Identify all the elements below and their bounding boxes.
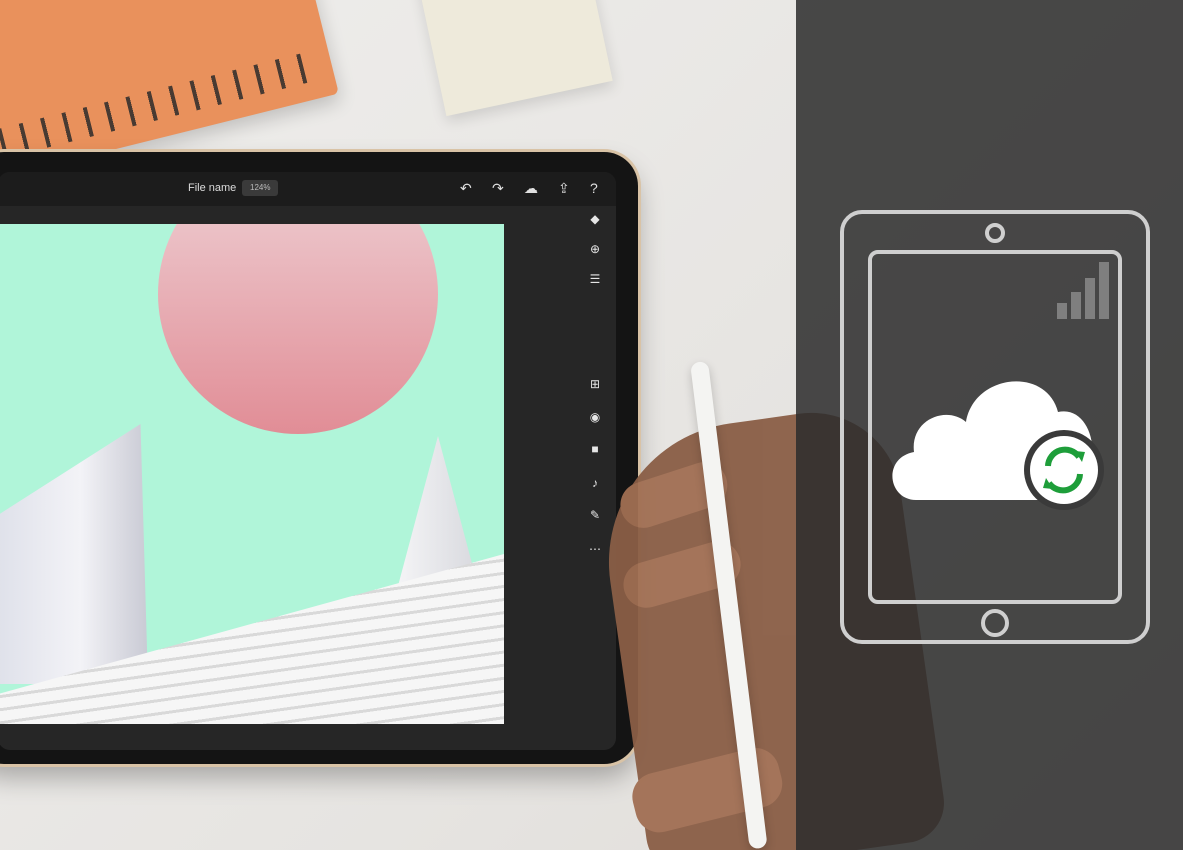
top-toolbar: File name 124% ↶ ↷ ☁ ⇪ ? (0, 172, 616, 206)
tablet-cloud-sync-icon (840, 210, 1150, 644)
image-canvas[interactable] (0, 224, 504, 724)
canvas-sun (158, 224, 438, 434)
tablet-device: File name 124% ↶ ↷ ☁ ⇪ ? ◆ ⊕ ☰ ⊞ ◉ ■ ♪ ✎… (0, 152, 638, 764)
blend-icon[interactable]: ♪ (582, 476, 608, 490)
share-icon[interactable]: ⇪ (558, 179, 570, 197)
adjustments-icon[interactable]: ☰ (582, 272, 608, 286)
zoom-level-badge[interactable]: 124% (242, 180, 279, 196)
add-icon[interactable]: ⊞ (582, 377, 608, 391)
add-layer-icon[interactable]: ⊕ (582, 242, 608, 256)
scene: File name 124% ↶ ↷ ☁ ⇪ ? ◆ ⊕ ☰ ⊞ ◉ ■ ♪ ✎… (0, 0, 1183, 850)
cloud-icon[interactable]: ☁ (524, 179, 538, 197)
canvas-pillar (0, 424, 148, 684)
visibility-icon[interactable]: ◉ (582, 410, 608, 424)
canvas-cone (398, 436, 478, 586)
undo-icon[interactable]: ↶ (460, 179, 472, 197)
file-name-label[interactable]: File name (188, 182, 236, 194)
app-screen: File name 124% ↶ ↷ ☁ ⇪ ? ◆ ⊕ ☰ ⊞ ◉ ■ ♪ ✎… (0, 172, 616, 750)
right-toolbar: ◆ ⊕ ☰ ⊞ ◉ ■ ♪ ✎ ⋯ (582, 212, 608, 712)
mask-icon[interactable]: ■ (582, 442, 608, 456)
overlay-panel (796, 0, 1183, 850)
more-icon[interactable]: ⋯ (582, 542, 608, 556)
redo-icon[interactable]: ↷ (492, 179, 504, 197)
help-icon[interactable]: ? (590, 179, 598, 197)
brush-icon[interactable]: ✎ (582, 508, 608, 522)
layers-icon[interactable]: ◆ (582, 212, 608, 226)
